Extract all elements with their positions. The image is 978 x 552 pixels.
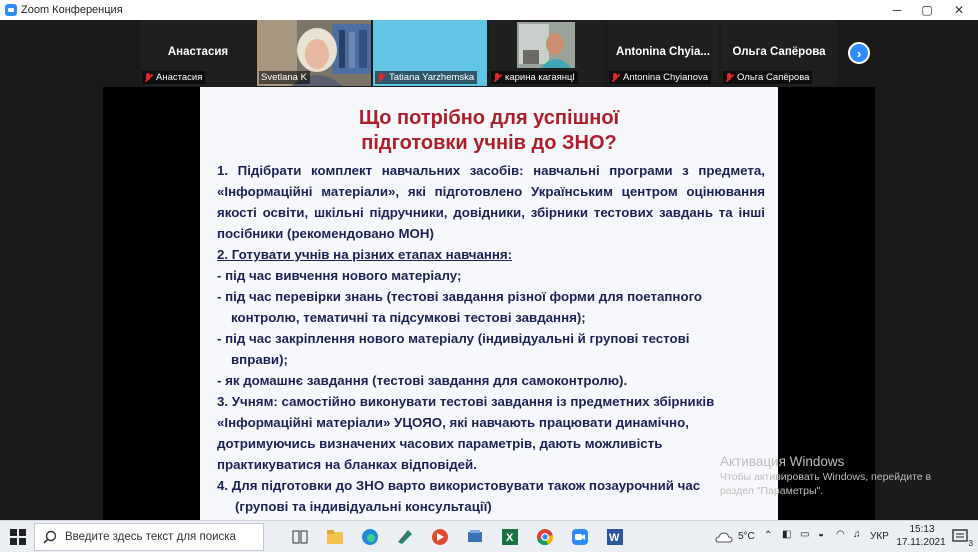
search-icon [43,530,57,544]
window-titlebar: Zoom Конференция ─ ▢ ✕ [0,0,978,20]
meet-now-icon[interactable]: ◧ [782,529,791,540]
slide-bullet: - під час закріплення нового матеріалу (… [217,331,690,346]
participant-caption: Tatiana Yarzhemska [375,71,478,84]
windows-logo-icon [10,529,26,545]
slide-bullet-continued: контролю, тематичні та підсумкові тестов… [231,310,586,325]
participant-name: Анастасия [167,46,229,58]
slide-bullet: - під час вивчення нового матеріалу; [217,268,462,283]
windows-activation-watermark: Активация Windows Чтобы активировать Win… [720,453,931,498]
participant-caption: Antonina Chyianova [609,71,712,84]
chevron-up-icon[interactable]: ⌃ [764,530,772,541]
participant-strip: Анастасия Анастасия Svetlana K Tatiana Y… [0,20,978,87]
slide-item-1: 1. Підібрати комплект навчальних засобів… [217,163,765,241]
slide-item-4-line: (групові та індивідуальні консультації) [235,499,492,514]
slide-title-line: підготовки учнів до ЗНО? [361,132,617,154]
close-button[interactable]: ✕ [942,0,976,20]
participant-tile-olga[interactable]: Ольга Сапёрова Ольга Сапёрова [721,20,837,86]
slide-item-3: 3. Учням: самостійно виконувати тестові … [217,394,715,409]
slide-item-3-line: дотримуючись визначених часових параметр… [217,436,663,451]
input-language[interactable]: УКР [870,531,889,542]
mic-muted-icon [493,72,502,83]
zoom-app-icon [5,4,17,16]
participant-caption-text: Svetlana K [261,72,307,83]
notification-count: 3 [968,539,973,548]
clock-time[interactable]: 15:13 [903,524,941,535]
slide-title-line: Що потрібно для успішної [358,107,620,129]
excel-icon[interactable]: X [500,527,520,547]
participant-caption-text: Tatiana Yarzhemska [389,72,475,83]
mic-muted-icon [725,72,734,83]
activation-title: Активация Windows [720,454,845,469]
participant-caption: Ольга Сапёрова [723,71,813,84]
search-placeholder: Введите здесь текст для поиска [65,531,236,543]
app-icon[interactable] [465,527,485,547]
word-icon[interactable]: W [605,527,625,547]
slide-item-3-line: практикуватися на бланках відповідей. [217,457,477,472]
next-page-button[interactable]: › [848,42,870,64]
minimize-button[interactable]: ─ [880,0,914,20]
slide-title: Що потрібно для успішної підготовки учні… [200,106,778,156]
participant-caption-text: Antonina Chyianova [623,72,709,83]
participant-caption-text: карина кагаянцl [505,72,575,83]
slide-item-3-line: «Інформаційні матеріали» УЦОЯО, які навч… [217,415,689,430]
participant-caption: карина кагаянцl [491,71,578,84]
activation-line: раздел "Параметры". [720,485,824,497]
app-icon[interactable] [430,527,450,547]
mic-muted-icon [144,72,153,83]
participant-caption-text: Ольга Сапёрова [737,72,810,83]
task-view-icon[interactable] [290,527,310,547]
mic-muted-icon [611,72,620,83]
presentation-slide: Що потрібно для успішної підготовки учні… [200,87,778,520]
battery-icon[interactable]: ▭ [800,529,809,540]
zoom-taskbar-icon[interactable] [570,527,590,547]
participant-name: Antonina Chyia... [616,46,710,58]
weather-temperature[interactable]: 5°C [738,531,755,542]
svg-text:W: W [609,532,620,544]
file-explorer-icon[interactable] [325,527,345,547]
participant-tile-anastasia[interactable]: Анастасия Анастасия [140,20,256,86]
participant-caption-text: Анастасия [156,72,203,83]
svg-text:X: X [506,532,514,544]
participant-caption: Анастасия [142,71,206,84]
participant-tile-svetlana[interactable]: Svetlana K [257,20,371,86]
clock-date[interactable]: 17.11.2021 [895,537,947,548]
slide-bullet: - під час перевірки знань (тестові завда… [217,289,703,304]
notification-center-icon[interactable]: 3 [950,527,973,548]
slide-bullet-continued: вправи); [231,352,288,367]
network-icon[interactable]: ◒ [818,529,824,540]
taskbar-search-box[interactable]: Введите здесь текст для поиска [34,523,264,551]
edge-icon[interactable] [360,527,380,547]
participant-name: Ольга Сапёрова [732,46,826,58]
participant-tile-antonina[interactable]: Antonina Chyia... Antonina Chyianova [607,20,719,86]
chrome-icon[interactable] [535,527,555,547]
participant-tile-karina[interactable]: карина кагаянцl [489,20,605,86]
weather-icon[interactable] [714,527,734,547]
activation-line: Чтобы активировать Windows, перейдите в [720,471,932,483]
maximize-button[interactable]: ▢ [910,0,944,20]
slide-bullet: - як домашнє завдання (тестові завдання … [217,373,628,388]
windows-taskbar: Введите здесь текст для поиска X W 5°C ⌃… [0,520,978,552]
app-icon[interactable] [395,527,415,547]
participant-caption: Svetlana K [259,71,310,84]
slide-body: 1. Підібрати комплект навчальних засобів… [217,160,765,517]
start-button[interactable] [8,527,28,547]
wifi-icon[interactable]: ◠ [836,529,845,540]
participant-tile-tatiana[interactable]: Tatiana Yarzhemska [373,20,487,86]
slide-item-2: 2. Готувати учнів на різних етапах навча… [217,247,513,262]
slide-item-4: 4. Для підготовки до ЗНО варто використо… [217,478,701,493]
mic-muted-icon [377,72,386,83]
volume-icon[interactable]: ♫ [853,529,861,540]
window-title: Zoom Конференция [21,4,123,16]
